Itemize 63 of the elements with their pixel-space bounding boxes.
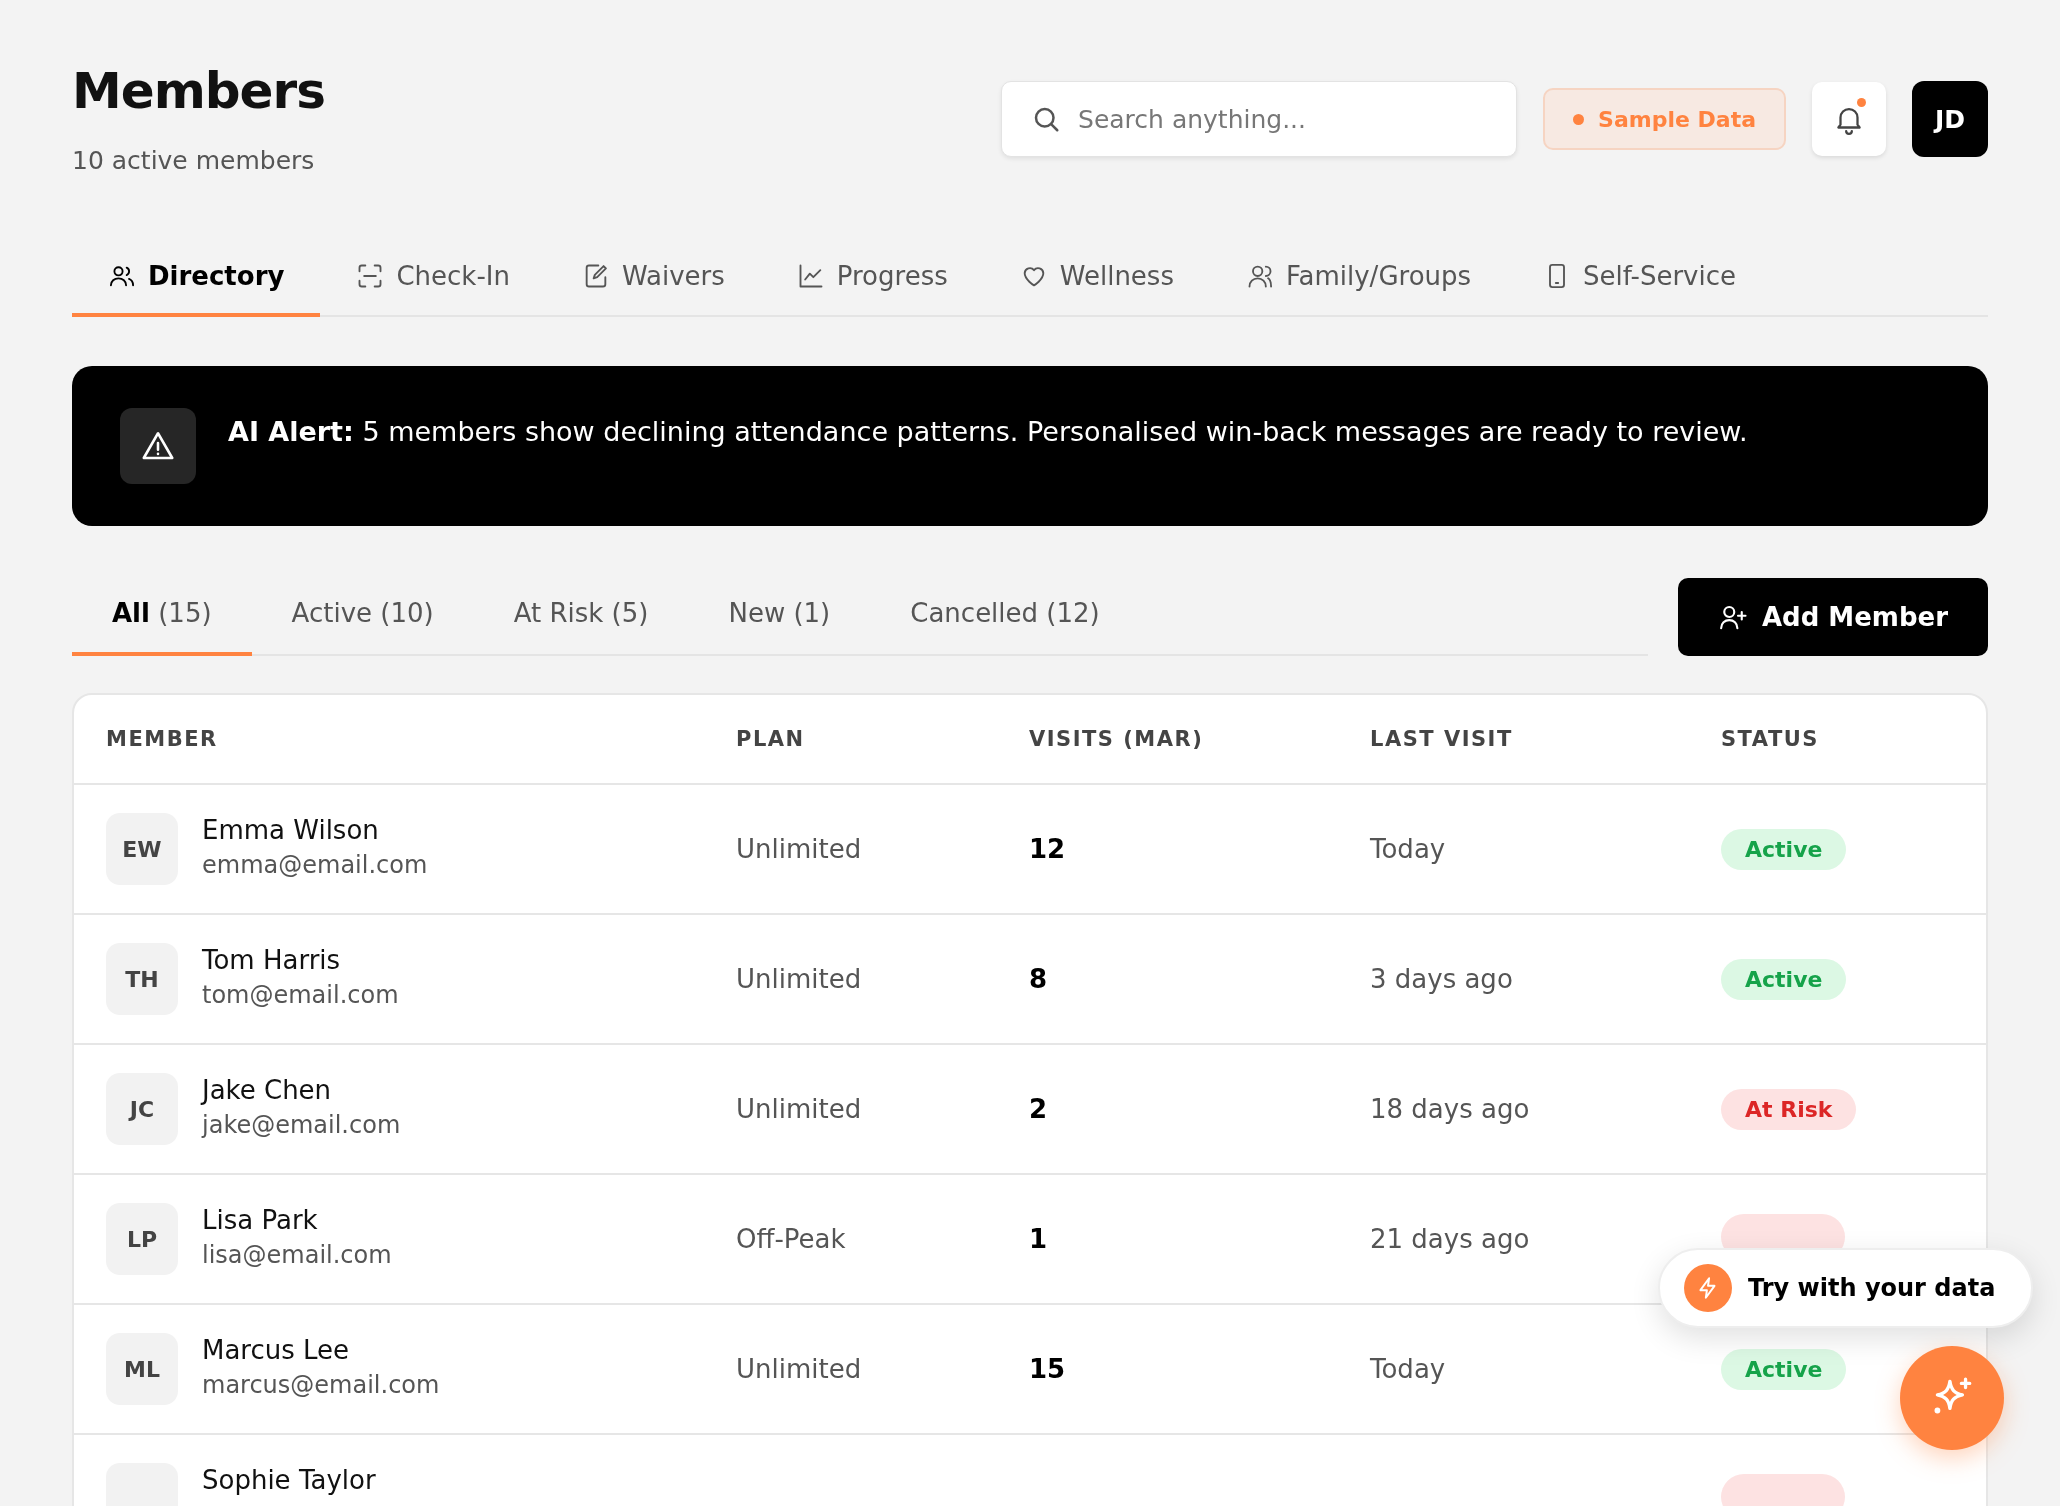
plan-cell: Off-Peak: [736, 1224, 846, 1254]
last-visit-cell: Today: [1370, 834, 1446, 864]
member-name: Marcus Lee: [202, 1335, 351, 1365]
nav-tab[interactable]: Wellness: [983, 261, 1210, 317]
visits-cell: 12: [1029, 834, 1066, 864]
member-avatar: LP: [106, 1203, 178, 1275]
status-badge: Active: [1721, 828, 1847, 870]
filter-tab[interactable]: New (1): [688, 598, 871, 656]
member-avatar: ML: [106, 1333, 178, 1405]
lightning-icon: [1684, 1264, 1732, 1312]
status-badge: Active: [1721, 958, 1847, 1000]
column-header: VISITS (MAR): [1029, 727, 1205, 751]
alert-message: AI Alert: 5 members show declining attendance patterns. Personalised win-back messages are ready to review.: [228, 415, 1748, 449]
page-title: Members: [72, 62, 325, 120]
column-header: PLAN: [736, 727, 806, 751]
member-email: jake@email.com: [202, 1111, 401, 1139]
member-name: Lisa Park: [202, 1205, 319, 1235]
user-avatar[interactable]: JD: [1912, 81, 1988, 157]
sample-data-badge: Sample Data: [1543, 88, 1786, 150]
member-count: 10 active members: [72, 146, 316, 175]
visits-cell: 8: [1029, 964, 1048, 994]
filter-tab[interactable]: At Risk (5): [473, 598, 689, 656]
last-visit-cell: 3 days ago: [1370, 964, 1513, 994]
status-badge: Active: [1721, 1348, 1847, 1390]
plan-cell: Unlimited: [736, 1094, 862, 1124]
visits-cell: 2: [1029, 1094, 1048, 1124]
filter-tab[interactable]: Cancelled (12): [870, 598, 1140, 656]
nav-tab[interactable]: Directory: [72, 261, 321, 317]
warning-icon: [120, 408, 196, 484]
member-avatar: EW: [106, 813, 178, 885]
visits-cell: 15: [1029, 1354, 1066, 1384]
member-name: Tom Harris: [202, 945, 342, 975]
visits-cell: 1: [1029, 1224, 1048, 1254]
try-with-your-data-button[interactable]: Try with your data: [1658, 1248, 2034, 1328]
filter-tab[interactable]: All (15): [72, 598, 252, 656]
last-visit-cell: Today: [1370, 1354, 1446, 1384]
status-badge: At Risk: [1721, 1088, 1857, 1130]
nav-tab[interactable]: Progress: [760, 261, 984, 317]
last-visit-cell: 18 days ago: [1370, 1094, 1530, 1124]
column-header: LAST VISIT: [1370, 727, 1514, 751]
column-header: STATUS: [1721, 727, 1820, 751]
member-email: lisa@email.com: [202, 1241, 392, 1269]
filter-tab[interactable]: Active (10): [251, 598, 474, 656]
add-member-button[interactable]: Add Member: [1677, 578, 1988, 656]
notifications-button[interactable]: [1812, 82, 1886, 156]
plan-cell: Unlimited: [736, 964, 862, 994]
member-name: Emma Wilson: [202, 815, 380, 845]
member-email: marcus@email.com: [202, 1371, 440, 1399]
member-avatar: TH: [106, 943, 178, 1015]
search-field[interactable]: Search anything...: [1001, 81, 1518, 157]
column-header: MEMBER: [106, 727, 219, 751]
member-name: Jake Chen: [202, 1075, 333, 1105]
last-visit-cell: 21 days ago: [1370, 1224, 1530, 1254]
plan-cell: Unlimited: [736, 1354, 862, 1384]
nav-tab[interactable]: Self-Service: [1507, 261, 1772, 317]
member-email: tom@email.com: [202, 981, 399, 1009]
member-avatar: JC: [106, 1073, 178, 1145]
nav-tab[interactable]: Family/Groups: [1209, 261, 1508, 317]
plan-cell: Unlimited: [736, 834, 862, 864]
member-email: emma@email.com: [202, 851, 428, 879]
nav-tab[interactable]: Waivers: [545, 261, 761, 317]
member-name: Sophie Taylor: [202, 1465, 376, 1495]
nav-tab[interactable]: Check-In: [320, 261, 546, 317]
